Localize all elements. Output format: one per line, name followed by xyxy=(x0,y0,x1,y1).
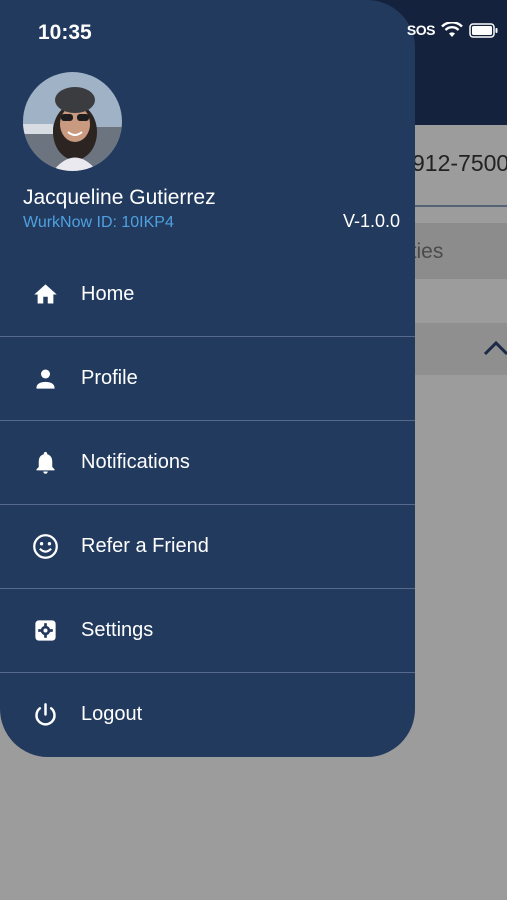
user-id: WurkNow ID: 10IKP4 xyxy=(23,214,174,231)
avatar-photo xyxy=(23,72,122,171)
chevron-up-icon xyxy=(483,340,507,356)
home-icon xyxy=(34,284,57,304)
menu-item-profile[interactable]: Profile xyxy=(0,337,415,421)
status-time: 10:35 xyxy=(38,21,92,44)
menu-item-notifications[interactable]: Notifications xyxy=(0,421,415,505)
drawer-menu: Home Profile Notifications Refer a Frien… xyxy=(0,253,415,756)
menu-label: Home xyxy=(81,283,135,305)
menu-label: Notifications xyxy=(81,451,190,473)
menu-item-logout[interactable]: Logout xyxy=(0,673,415,756)
menu-item-refer-a-friend[interactable]: Refer a Friend xyxy=(0,505,415,589)
screen: 912-7500 ities 10:35 SOS Jacqueline Guti… xyxy=(0,0,507,900)
menu-item-settings[interactable]: Settings xyxy=(0,589,415,673)
power-icon xyxy=(35,703,56,726)
menu-label: Refer a Friend xyxy=(81,535,209,557)
bell-icon xyxy=(36,451,55,474)
menu-item-home[interactable]: Home xyxy=(0,253,415,337)
user-name: Jacqueline Gutierrez xyxy=(23,186,216,209)
gear-icon xyxy=(35,620,56,641)
status-icons: SOS xyxy=(407,22,499,38)
navigation-drawer: Jacqueline Gutierrez WurkNow ID: 10IKP4 … xyxy=(0,0,415,757)
menu-label: Logout xyxy=(81,703,143,725)
smiley-icon xyxy=(33,534,58,559)
phone-number-text: 912-7500 xyxy=(412,150,507,176)
wifi-icon xyxy=(441,22,463,37)
menu-label: Profile xyxy=(81,367,138,389)
menu-label: Settings xyxy=(81,619,154,641)
app-version: V-1.0.0 xyxy=(343,211,401,231)
avatar[interactable] xyxy=(23,72,122,171)
sos-indicator: SOS xyxy=(406,22,436,38)
battery-icon xyxy=(469,22,498,38)
person-icon xyxy=(36,369,55,389)
